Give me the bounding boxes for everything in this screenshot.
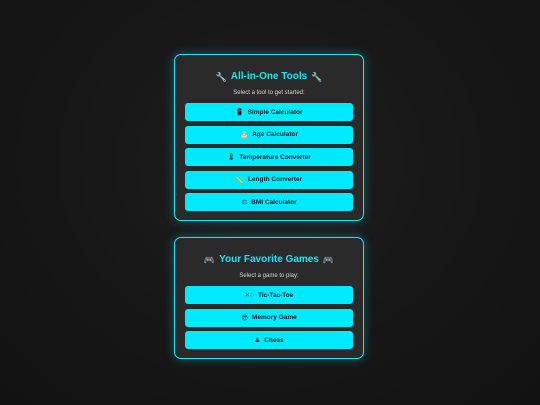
phone-icon: 📱 — [235, 109, 244, 116]
games-subtitle: Select a game to play: — [239, 273, 299, 279]
simple-calculator-button[interactable]: 📱 Simple Calculator — [185, 103, 353, 121]
x-o-icon: ✕○ — [244, 292, 254, 299]
length-converter-button[interactable]: 📏 Length Converter — [185, 170, 353, 189]
bmi-calculator-button[interactable]: ⚖ BMI Calculator — [185, 193, 353, 211]
button-label: Memory Game — [251, 314, 297, 321]
button-label: Length Converter — [247, 176, 303, 183]
gamepad-icon: 🎮 — [322, 255, 335, 265]
wrench-icon: 🔧 — [215, 72, 227, 82]
button-label: BMI Calculator — [251, 198, 297, 206]
tic-tac-toe-button[interactable]: ✕○ Tic-Tac-Toe — [185, 286, 353, 304]
button-label: Tic-Tac-Toe — [257, 291, 294, 299]
thermometer-icon: 🌡 — [227, 154, 236, 161]
button-label: Temperature Converter — [239, 153, 311, 161]
chess-pawn-icon: ♟ — [254, 337, 261, 344]
games-panel: 🎮 Your Favorite Games 🎮 Select a game to… — [174, 237, 364, 359]
memory-game-button[interactable]: 😎 Memory Game — [185, 308, 353, 327]
chess-button[interactable]: ♟ Chess — [185, 331, 353, 349]
button-label: Chess — [264, 336, 284, 344]
tools-title-text: All-in-One Tools — [230, 71, 308, 82]
sunglasses-face-icon: 😎 — [241, 314, 248, 322]
tools-subtitle: Select a tool to get started: — [233, 90, 305, 96]
tools-title: 🔧 All-in-One Tools 🔧 — [185, 70, 353, 84]
button-label: Simple Calculator — [247, 108, 303, 116]
gamepad-icon: 🎮 — [203, 255, 216, 265]
scale-icon: ⚖ — [241, 199, 248, 206]
cake-icon: 🎂 — [240, 131, 249, 139]
wrench-icon: 🔧 — [311, 72, 323, 82]
button-label: Age Calculator — [252, 131, 298, 138]
games-title-text: Your Favorite Games — [219, 254, 319, 265]
ruler-icon: 📏 — [235, 176, 244, 184]
games-title: 🎮 Your Favorite Games 🎮 — [185, 253, 353, 267]
temperature-converter-button[interactable]: 🌡 Temperature Converter — [185, 148, 353, 166]
tools-panel: 🔧 All-in-One Tools 🔧 Select a tool to ge… — [174, 54, 364, 221]
age-calculator-button[interactable]: 🎂 Age Calculator — [185, 125, 353, 144]
